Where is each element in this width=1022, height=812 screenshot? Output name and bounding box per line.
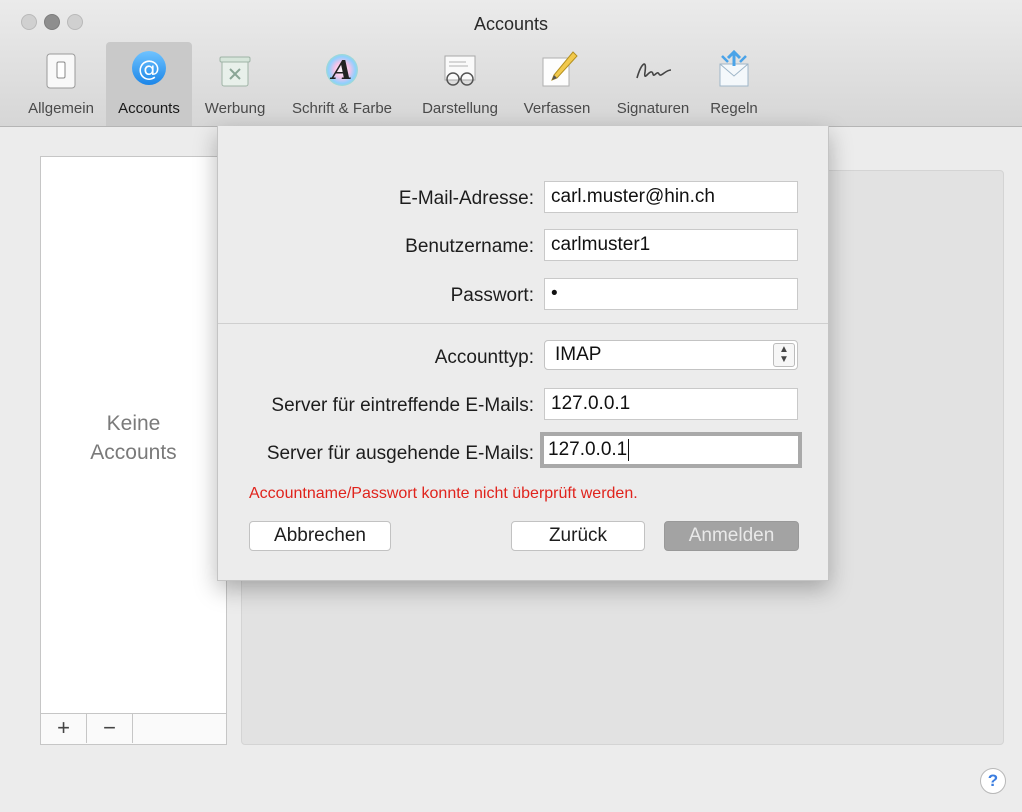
- tab-accounts[interactable]: @ Accounts: [106, 42, 192, 126]
- tab-junk-label: Werbung: [204, 100, 266, 117]
- tab-general[interactable]: Allgemein: [16, 42, 106, 126]
- email-field[interactable]: carl.muster@hin.ch: [544, 181, 798, 213]
- tab-fonts-colors-label: Schrift & Farbe: [291, 100, 393, 117]
- no-accounts-label: Keine Accounts: [41, 409, 226, 467]
- tab-signatures[interactable]: Signaturen: [604, 42, 702, 126]
- tab-viewing-label: Darstellung: [422, 100, 498, 117]
- incoming-server-field[interactable]: 127.0.0.1: [544, 388, 798, 420]
- at-sign-icon: @: [127, 48, 171, 92]
- password-label: Passwort:: [450, 285, 534, 306]
- add-account-sheet: E-Mail-Adresse: carl.muster@hin.ch Benut…: [217, 126, 829, 581]
- toolbar: Accounts Allgemein @ Accounts Werbung A …: [0, 0, 1022, 127]
- no-accounts-line1: Keine: [106, 412, 161, 435]
- sheet-divider: [218, 323, 828, 324]
- accounts-list-footer: + −: [41, 713, 226, 744]
- sign-in-button[interactable]: Anmelden: [664, 521, 799, 551]
- pencil-note-icon: [535, 48, 579, 92]
- email-label: E-Mail-Adresse:: [398, 188, 534, 209]
- tab-viewing[interactable]: Darstellung: [410, 42, 510, 126]
- fonts-colors-icon: A: [320, 48, 364, 92]
- svg-text:A: A: [329, 56, 352, 86]
- cancel-button[interactable]: Abbrechen: [249, 521, 391, 551]
- tab-accounts-label: Accounts: [118, 100, 180, 117]
- remove-account-button[interactable]: −: [87, 714, 133, 743]
- up-down-chevron-icon: ▲ ▼: [773, 343, 795, 367]
- tab-fonts-colors[interactable]: A Schrift & Farbe: [278, 42, 406, 126]
- back-button[interactable]: Zurück: [511, 521, 645, 551]
- text-caret: [628, 438, 630, 461]
- help-button[interactable]: ?: [980, 768, 1006, 794]
- account-type-label: Accounttyp:: [434, 347, 534, 368]
- tab-rules-label: Regeln: [710, 100, 758, 117]
- tab-composing-label: Verfassen: [523, 100, 591, 117]
- no-accounts-line2: Accounts: [90, 441, 177, 464]
- tab-general-label: Allgemein: [28, 100, 94, 117]
- username-label: Benutzername:: [405, 236, 534, 257]
- error-message: Accountname/Passwort konnte nicht überpr…: [249, 485, 638, 502]
- account-type-select[interactable]: IMAP ▲ ▼: [544, 340, 798, 370]
- junk-trash-icon: [213, 48, 257, 92]
- window-title: Accounts: [473, 14, 549, 34]
- password-field[interactable]: •: [544, 278, 798, 310]
- envelope-arrows-icon: [712, 48, 756, 92]
- add-account-button[interactable]: +: [41, 714, 87, 743]
- outgoing-server-value: 127.0.0.1: [548, 439, 628, 460]
- tab-composing[interactable]: Verfassen: [512, 42, 602, 126]
- outgoing-server-label: Server für ausgehende E-Mails:: [266, 443, 534, 464]
- svg-text:@: @: [138, 57, 160, 82]
- incoming-server-label: Server für eintreffende E-Mails:: [271, 395, 534, 416]
- tab-rules[interactable]: Regeln: [704, 42, 764, 126]
- switch-icon: [39, 48, 83, 92]
- glasses-letter-icon: [438, 48, 482, 92]
- tab-signatures-label: Signaturen: [616, 100, 690, 117]
- tab-junk[interactable]: Werbung: [194, 42, 276, 126]
- account-type-value: IMAP: [555, 344, 602, 365]
- outgoing-server-field[interactable]: 127.0.0.1: [540, 432, 802, 468]
- username-field[interactable]: carlmuster1: [544, 229, 798, 261]
- accounts-list[interactable]: Keine Accounts + −: [40, 156, 227, 745]
- signature-icon: [631, 48, 675, 92]
- preferences-window: Accounts Allgemein @ Accounts Werbung A …: [0, 0, 1022, 812]
